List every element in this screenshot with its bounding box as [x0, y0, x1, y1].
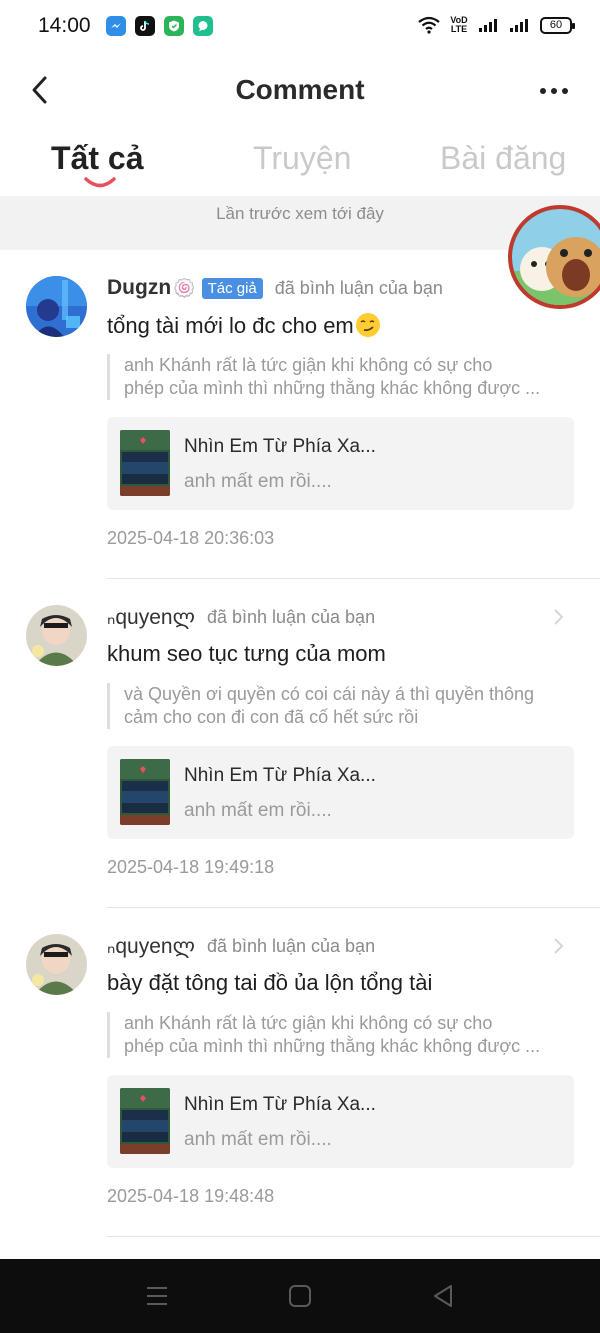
active-tab-indicator — [84, 177, 116, 188]
story-card[interactable]: Nhìn Em Từ Phía Xa... anh mất em rồi.... — [107, 417, 574, 510]
more-options-button[interactable] — [534, 78, 574, 104]
more-dot-icon — [562, 88, 568, 94]
tab-bar: Tất cả Truyện Bài đăng — [0, 136, 600, 194]
chevron-right-icon[interactable] — [552, 603, 566, 631]
comment-timestamp: 2025-04-18 20:36:03 — [107, 528, 275, 548]
quote-line: anh Khánh rất là tức giận khi không có s… — [124, 1013, 493, 1033]
more-dot-icon — [540, 88, 546, 94]
story-title: Nhìn Em Từ Phía Xa... — [184, 1094, 376, 1115]
home-icon[interactable] — [287, 1283, 313, 1309]
story-subtitle: anh mất em rồi.... — [184, 1129, 332, 1150]
quoted-text: và Quyền ơi quyền có coi cái này á thì q… — [107, 683, 574, 729]
username[interactable]: ₙquyenლ — [107, 605, 195, 630]
username[interactable]: ₙquyenლ — [107, 934, 195, 959]
status-bar: 14:00 VoD LTE 60 — [0, 0, 600, 54]
comment-item[interactable]: Dugzn 🍥 Tác giả đã bình luận của bạn tổn… — [0, 250, 600, 579]
author-badge: Tác giả — [201, 277, 263, 299]
quoted-text: anh Khánh rất là tức giận khi không có s… — [107, 354, 574, 400]
comment-meta: Dugzn 🍥 Tác giả đã bình luận của bạn — [107, 274, 580, 302]
comment-item[interactable]: ₙquyenლ đã bình luận của bạn khum seo tụ… — [0, 579, 600, 908]
comment-list: Dugzn 🍥 Tác giả đã bình luận của bạn tổn… — [0, 250, 600, 1237]
tab-posts[interactable]: Bài đăng — [440, 140, 566, 177]
comment-text: bày đặt tông tai đồ ủa lộn tổng tài — [107, 970, 433, 995]
shield-app-icon — [164, 16, 184, 36]
volte-icon: VoD LTE — [450, 15, 468, 34]
comment-timestamp: 2025-04-18 19:49:18 — [107, 857, 275, 877]
story-thumbnail — [120, 1088, 170, 1154]
quote-line: phép của mình thì những thằng khác không… — [124, 378, 541, 398]
comment-meta: ₙquyenლ đã bình luận của bạn — [107, 932, 580, 960]
avatar[interactable] — [26, 605, 87, 666]
page-title: Comment — [235, 74, 365, 105]
comment-action: đã bình luận của bạn — [206, 935, 376, 956]
story-title: Nhìn Em Từ Phía Xa... — [184, 765, 376, 786]
story-thumbnail — [120, 430, 170, 496]
comment-meta: ₙquyenლ đã bình luận của bạn — [107, 603, 580, 631]
story-card[interactable]: Nhìn Em Từ Phía Xa... anh mất em rồi.... — [107, 746, 574, 839]
messenger-icon — [106, 16, 126, 36]
last-viewed-text: Lần trước xem tới đây — [216, 204, 384, 223]
user-emoji: 🍥 — [173, 277, 196, 298]
recent-apps-icon[interactable] — [144, 1283, 170, 1309]
story-thumbnail — [120, 759, 170, 825]
comment-text-content: tổng tài mới lo đc cho em — [107, 313, 354, 338]
tab-all[interactable]: Tất cả — [51, 140, 143, 177]
story-subtitle: anh mất em rồi.... — [184, 471, 332, 492]
story-title: Nhìn Em Từ Phía Xa... — [184, 436, 376, 457]
quote-line: cảm cho con đi con đã cố hết sức rồi — [124, 707, 419, 727]
signal-icon — [479, 19, 497, 32]
wifi-icon — [418, 16, 440, 34]
nav-back-icon[interactable] — [430, 1283, 456, 1309]
quoted-text: anh Khánh rất là tức giận khi không có s… — [107, 1012, 574, 1058]
comment-action: đã bình luận của bạn — [274, 277, 443, 298]
system-icons: VoD LTE 60 — [418, 15, 575, 34]
username[interactable]: Dugzn — [107, 276, 171, 300]
more-dot-icon — [551, 88, 557, 94]
signal-icon-2 — [510, 19, 528, 32]
avatar[interactable] — [26, 276, 87, 337]
divider — [107, 1236, 600, 1237]
quote-line: anh Khánh rất là tức giận khi không có s… — [124, 355, 493, 375]
comment-action: đã bình luận của bạn — [206, 606, 376, 627]
status-time: 14:00 — [38, 14, 91, 37]
comment-timestamp: 2025-04-18 19:48:48 — [107, 1186, 275, 1206]
tab-stories[interactable]: Truyện — [253, 140, 351, 177]
app-header: Comment — [0, 54, 600, 126]
chat-app-icon — [193, 16, 213, 36]
comment-text: khum seo tục tưng của mom — [107, 641, 386, 666]
story-subtitle: anh mất em rồi.... — [184, 800, 332, 821]
tiktok-icon — [135, 16, 155, 36]
chevron-right-icon[interactable] — [552, 932, 566, 960]
comment-item[interactable]: ₙquyenლ đã bình luận của bạn bày đặt tôn… — [0, 908, 600, 1237]
battery-icon: 60 — [540, 16, 575, 34]
quote-line: và Quyền ơi quyền có coi cái này á thì q… — [124, 684, 535, 704]
notification-icons — [106, 16, 213, 36]
story-card[interactable]: Nhìn Em Từ Phía Xa... anh mất em rồi.... — [107, 1075, 574, 1168]
avatar[interactable] — [26, 934, 87, 995]
smirk-emoji-icon — [355, 313, 380, 337]
comment-text: tổng tài mới lo đc cho em — [107, 312, 381, 339]
quote-line: phép của mình thì những thằng khác không… — [124, 1036, 541, 1056]
system-nav-bar — [0, 1259, 600, 1333]
